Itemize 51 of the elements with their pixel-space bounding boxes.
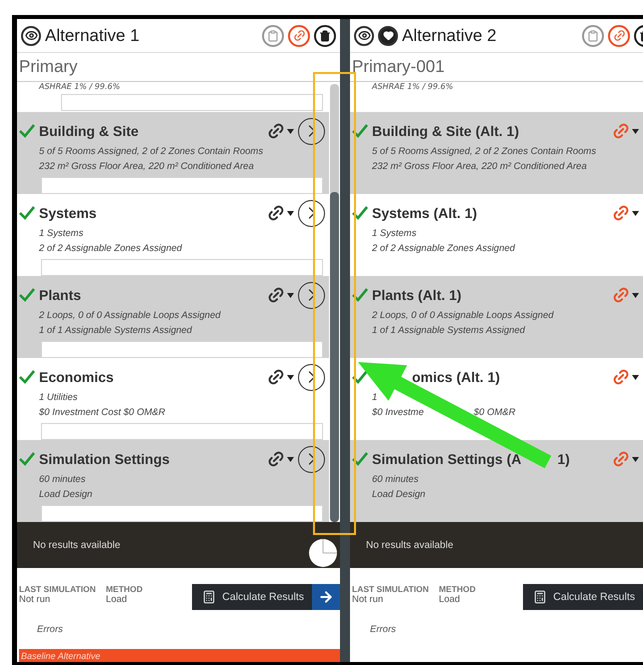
results-message: No results available (366, 540, 454, 550)
section-detail: 1 of 1 Assignable Systems Assigned (39, 325, 192, 336)
section-detail: 1 (372, 392, 378, 403)
section-detail: 5 of 5 Rooms Assigned, 2 of 2 Zones Contain Rooms (39, 146, 264, 157)
section-detail: 2 of 2 Assignable Zones Assigned (372, 243, 515, 254)
last-simulation-value: Not run (19, 594, 52, 605)
method-label: METHOD (438, 584, 476, 594)
last-simulation-label: LAST SIMULATION (19, 584, 96, 594)
section-title: Plants (Alt. 1) (372, 287, 462, 303)
section-detail: 232 m² Gross Floor Area, 220 m² Conditioned Area (39, 161, 254, 172)
method-label: METHOD (106, 584, 143, 594)
alternative-title: Alternative 1 (45, 26, 140, 46)
section-detail: 1 Systems (372, 228, 416, 239)
section-title: 1) (557, 451, 570, 467)
section-title: omics (Alt. 1) (412, 369, 500, 385)
design-condition-text: ASHRAE 1% / 99.6% (372, 82, 454, 91)
last-simulation-label: LAST SIMULATION (352, 584, 429, 594)
calculate-results-button[interactable]: Calculate Results (192, 584, 312, 610)
method-value: Load (438, 594, 461, 605)
errors-link[interactable]: Errors (370, 624, 643, 635)
section-detail: 60 minutes (39, 474, 86, 485)
section-detail: 1 of 1 Assignable Systems Assigned (372, 325, 525, 336)
baseline-label: Baseline Alternative (21, 650, 100, 660)
section-detail: Load Design (39, 489, 92, 500)
section-detail: 2 Loops, 0 of 0 Assignable Loops Assigned (39, 310, 221, 321)
section-detail: Load Design (372, 489, 426, 500)
section-title: Building & Site (39, 123, 139, 139)
section-title: Economics (39, 369, 114, 385)
section-detail: 2 Loops, 0 of 0 Assignable Loops Assigned (372, 310, 554, 321)
section-detail: 1 Utilities (39, 392, 78, 403)
section-title: Simulation Settings (39, 451, 170, 467)
results-message: No results available (33, 540, 120, 550)
calculate-results-button[interactable]: Calculate Results (523, 584, 643, 610)
section-detail: 1 Systems (39, 228, 84, 239)
section-detail: 60 minutes (372, 474, 418, 485)
section-title: Systems (39, 205, 97, 221)
section-detail: 232 m² Gross Floor Area, 220 m² Conditioned Area (372, 161, 587, 172)
section-detail: 5 of 5 Rooms Assigned, 2 of 2 Zones Contain Rooms (372, 146, 596, 157)
section-title: Simulation Settings (A (372, 451, 522, 467)
alternative-title: Alternative 2 (402, 26, 498, 46)
section-detail: 2 of 2 Assignable Zones Assigned (39, 243, 182, 254)
section-title: Building & Site (Alt. 1) (372, 123, 519, 139)
design-condition-text: ASHRAE 1% / 99.6% (39, 82, 122, 91)
section-detail: $0 OM&R (474, 407, 516, 418)
section-detail: $0 Investme (372, 407, 424, 418)
section-title: Plants (39, 287, 82, 303)
method-value: Load (106, 594, 128, 605)
section-detail: $0 Investment Cost $0 OM&R (39, 407, 166, 418)
errors-link[interactable]: Errors (37, 624, 340, 635)
last-simulation-value: Not run (352, 594, 384, 605)
section-title: Systems (Alt. 1) (372, 205, 478, 221)
